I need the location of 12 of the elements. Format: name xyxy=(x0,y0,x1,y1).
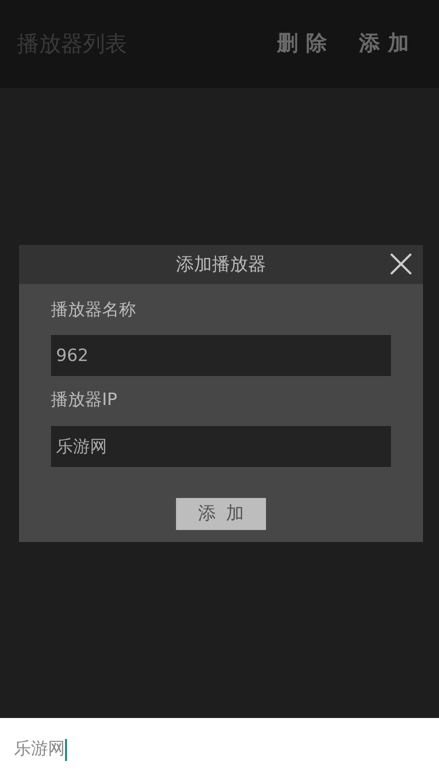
input-field[interactable]: 962 xyxy=(51,335,391,376)
field-label: 播放器名称 xyxy=(51,298,137,322)
text-input-field[interactable]: 乐游网 xyxy=(0,718,439,782)
close-icon xyxy=(389,252,413,276)
close-button[interactable] xyxy=(389,252,413,276)
input-field[interactable]: 乐游网 xyxy=(51,426,391,466)
add-button[interactable]: 添加 xyxy=(176,498,266,530)
action-button[interactable]: 添加 xyxy=(359,28,417,60)
action-button[interactable]: 删除 xyxy=(277,28,335,60)
dialog-title: 添加播放器 xyxy=(176,252,266,276)
field-label: 播放器IP xyxy=(51,389,118,412)
text-cursor xyxy=(65,739,67,761)
